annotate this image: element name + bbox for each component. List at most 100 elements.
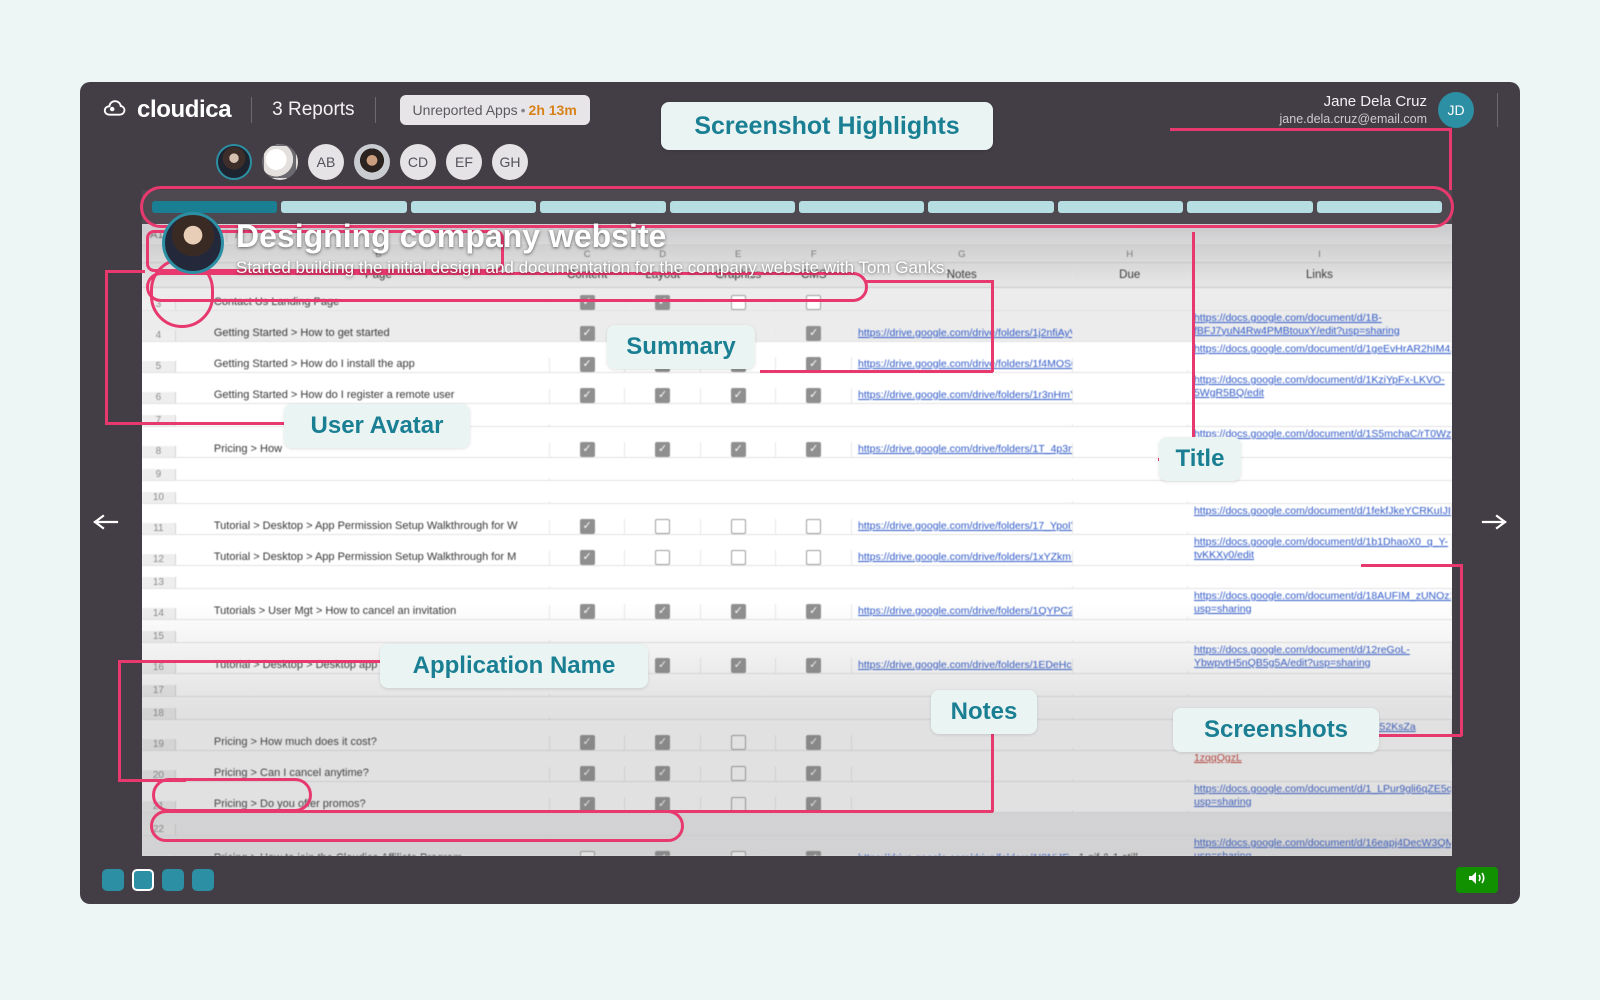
checkbox-unchecked[interactable]: [730, 519, 746, 534]
row-number[interactable]: 10: [142, 492, 176, 503]
checkbox-checked[interactable]: [806, 326, 822, 341]
table-row[interactable]: 14 Tutorials > User Mgt > How to cancel a…: [142, 589, 1452, 620]
cell-content[interactable]: [550, 519, 626, 534]
table-row[interactable]: 4 Getting Started > How to get started htt…: [142, 311, 1452, 342]
cell-notes[interactable]: https://drive.google.com/drive/folders/1…: [852, 443, 1073, 457]
cell-layout[interactable]: [625, 519, 701, 534]
cell-due[interactable]: [1073, 308, 1188, 310]
document-link[interactable]: https://docs.google.com/document/d/1KziY…: [1194, 374, 1445, 400]
avatar[interactable]: JD: [1438, 92, 1474, 128]
cell-cms[interactable]: [776, 442, 852, 457]
document-link[interactable]: https://docs.google.com/document/d/16eap…: [1194, 837, 1451, 856]
checkbox-checked[interactable]: [579, 357, 595, 372]
checkbox-checked[interactable]: [806, 442, 822, 457]
cell-cms[interactable]: [776, 519, 852, 534]
cell-layout[interactable]: [625, 735, 701, 750]
cell-cms[interactable]: [776, 604, 852, 619]
cell-notes[interactable]: [852, 833, 1073, 835]
checkbox-checked[interactable]: [806, 658, 822, 673]
cell-graphics[interactable]: [701, 442, 777, 457]
row-number[interactable]: 14: [142, 608, 176, 619]
checkbox-checked[interactable]: [655, 735, 671, 750]
cell-cms[interactable]: [776, 735, 852, 750]
cell-links[interactable]: [1188, 620, 1452, 621]
cell-layout[interactable]: [625, 388, 701, 403]
table-row[interactable]: 6 Getting Started > How do I register a r…: [142, 373, 1452, 404]
cell-layout[interactable]: [625, 766, 701, 781]
notes-link[interactable]: https://drive.google.com/drive/folders/1…: [858, 389, 1072, 401]
cell-due[interactable]: [1073, 833, 1188, 835]
cell-layout[interactable]: [625, 604, 701, 619]
checkbox-unchecked[interactable]: [806, 519, 822, 534]
checkbox-checked[interactable]: [655, 388, 671, 403]
cell-due[interactable]: [1073, 501, 1188, 503]
cell-links[interactable]: [1188, 404, 1452, 405]
cell-content[interactable]: [550, 442, 626, 457]
cell-graphics[interactable]: [701, 604, 777, 619]
cell-page[interactable]: Tutorial > Desktop > App Permission Setu…: [208, 551, 550, 565]
cell-notes[interactable]: https://drive.google.com/drive/folders/1…: [852, 551, 1073, 565]
cell-content[interactable]: [550, 735, 626, 750]
cell-links[interactable]: 1zqqQgzL: [1188, 751, 1452, 765]
cell-links[interactable]: [1188, 288, 1452, 289]
team-avatar-2[interactable]: AB: [308, 144, 344, 180]
row-number[interactable]: 5: [142, 361, 176, 372]
notes-link[interactable]: https://drive.google.com/drive/folders/1…: [858, 520, 1072, 532]
checkbox-checked[interactable]: [806, 388, 822, 403]
notes-link[interactable]: https://drive.google.com/drive/folders/1…: [858, 443, 1072, 455]
cell-links[interactable]: [1188, 813, 1452, 814]
checkbox-checked[interactable]: [579, 388, 595, 403]
notes-link[interactable]: https://drive.google.com/drive/folders/1…: [858, 605, 1072, 617]
page-dot-3[interactable]: [162, 869, 184, 891]
checkbox-unchecked[interactable]: [730, 735, 746, 750]
document-link[interactable]: https://docs.google.com/document/d/1geEv…: [1194, 343, 1451, 356]
page-dot-1[interactable]: [102, 869, 124, 891]
cell-due[interactable]: [1073, 563, 1188, 565]
cell-links[interactable]: [1188, 697, 1452, 698]
cell-graphics[interactable]: [701, 550, 777, 565]
cell-links[interactable]: https://docs.google.com/document/d/1B-fB…: [1188, 311, 1452, 338]
team-avatar-4[interactable]: CD: [400, 144, 436, 180]
row-number[interactable]: 15: [142, 631, 176, 642]
row-number[interactable]: 11: [142, 523, 176, 534]
unreported-apps-chip[interactable]: Unreported Apps • 2h 13m: [399, 95, 590, 125]
notes-link[interactable]: https://drive.google.com/drive/folders/1…: [858, 327, 1072, 339]
cell-due[interactable]: [1073, 586, 1188, 588]
team-avatar-1[interactable]: [262, 144, 298, 180]
checkbox-checked[interactable]: [655, 658, 671, 673]
table-row[interactable]: 16 Tutorial > Desktop > Desktop app quick…: [142, 643, 1452, 674]
checkbox-unchecked[interactable]: [730, 766, 746, 781]
checkbox-checked[interactable]: [730, 442, 746, 457]
cell-layout[interactable]: [625, 550, 701, 565]
team-avatar-5[interactable]: EF: [446, 144, 482, 180]
document-link[interactable]: https://docs.google.com/document/d/18AUF…: [1194, 590, 1451, 616]
cell-due[interactable]: [1073, 810, 1188, 812]
cell-links[interactable]: https://docs.google.com/document/d/16eap…: [1188, 836, 1452, 856]
cell-page[interactable]: Getting Started > How do I install the a…: [208, 358, 550, 372]
cell-due[interactable]: [1073, 640, 1188, 642]
cell-notes[interactable]: [852, 424, 1073, 426]
notes-link[interactable]: https://drive.google.com/drive/folders/1…: [858, 551, 1072, 563]
cell-page[interactable]: [208, 501, 550, 503]
row-number[interactable]: 12: [142, 554, 176, 565]
team-avatar-3[interactable]: [354, 144, 390, 180]
cell-due[interactable]: [1073, 617, 1188, 619]
cell-cms[interactable]: [776, 326, 852, 341]
table-row[interactable]: 9: [142, 458, 1452, 481]
cell-layout[interactable]: [625, 442, 701, 457]
checkbox-checked[interactable]: [655, 442, 671, 457]
cell-page[interactable]: [208, 478, 550, 480]
page-dot-2[interactable]: [132, 869, 154, 891]
row-number[interactable]: 6: [142, 392, 176, 403]
cell-links[interactable]: https://docs.google.com/document/d/1geEv…: [1188, 342, 1452, 356]
prev-arrow-icon[interactable]: [86, 502, 126, 542]
cell-links[interactable]: [1188, 674, 1452, 675]
cell-page[interactable]: [208, 586, 550, 588]
checkbox-checked[interactable]: [730, 604, 746, 619]
table-row[interactable]: 10: [142, 481, 1452, 504]
checkbox-unchecked[interactable]: [806, 550, 822, 565]
cell-due[interactable]: [1073, 717, 1188, 719]
table-row[interactable]: 11 Tutorial > Desktop > App Permission Se…: [142, 504, 1452, 535]
notes-link[interactable]: https://drive.google.com/drive/folders/1…: [858, 659, 1072, 671]
checkbox-checked[interactable]: [806, 604, 822, 619]
